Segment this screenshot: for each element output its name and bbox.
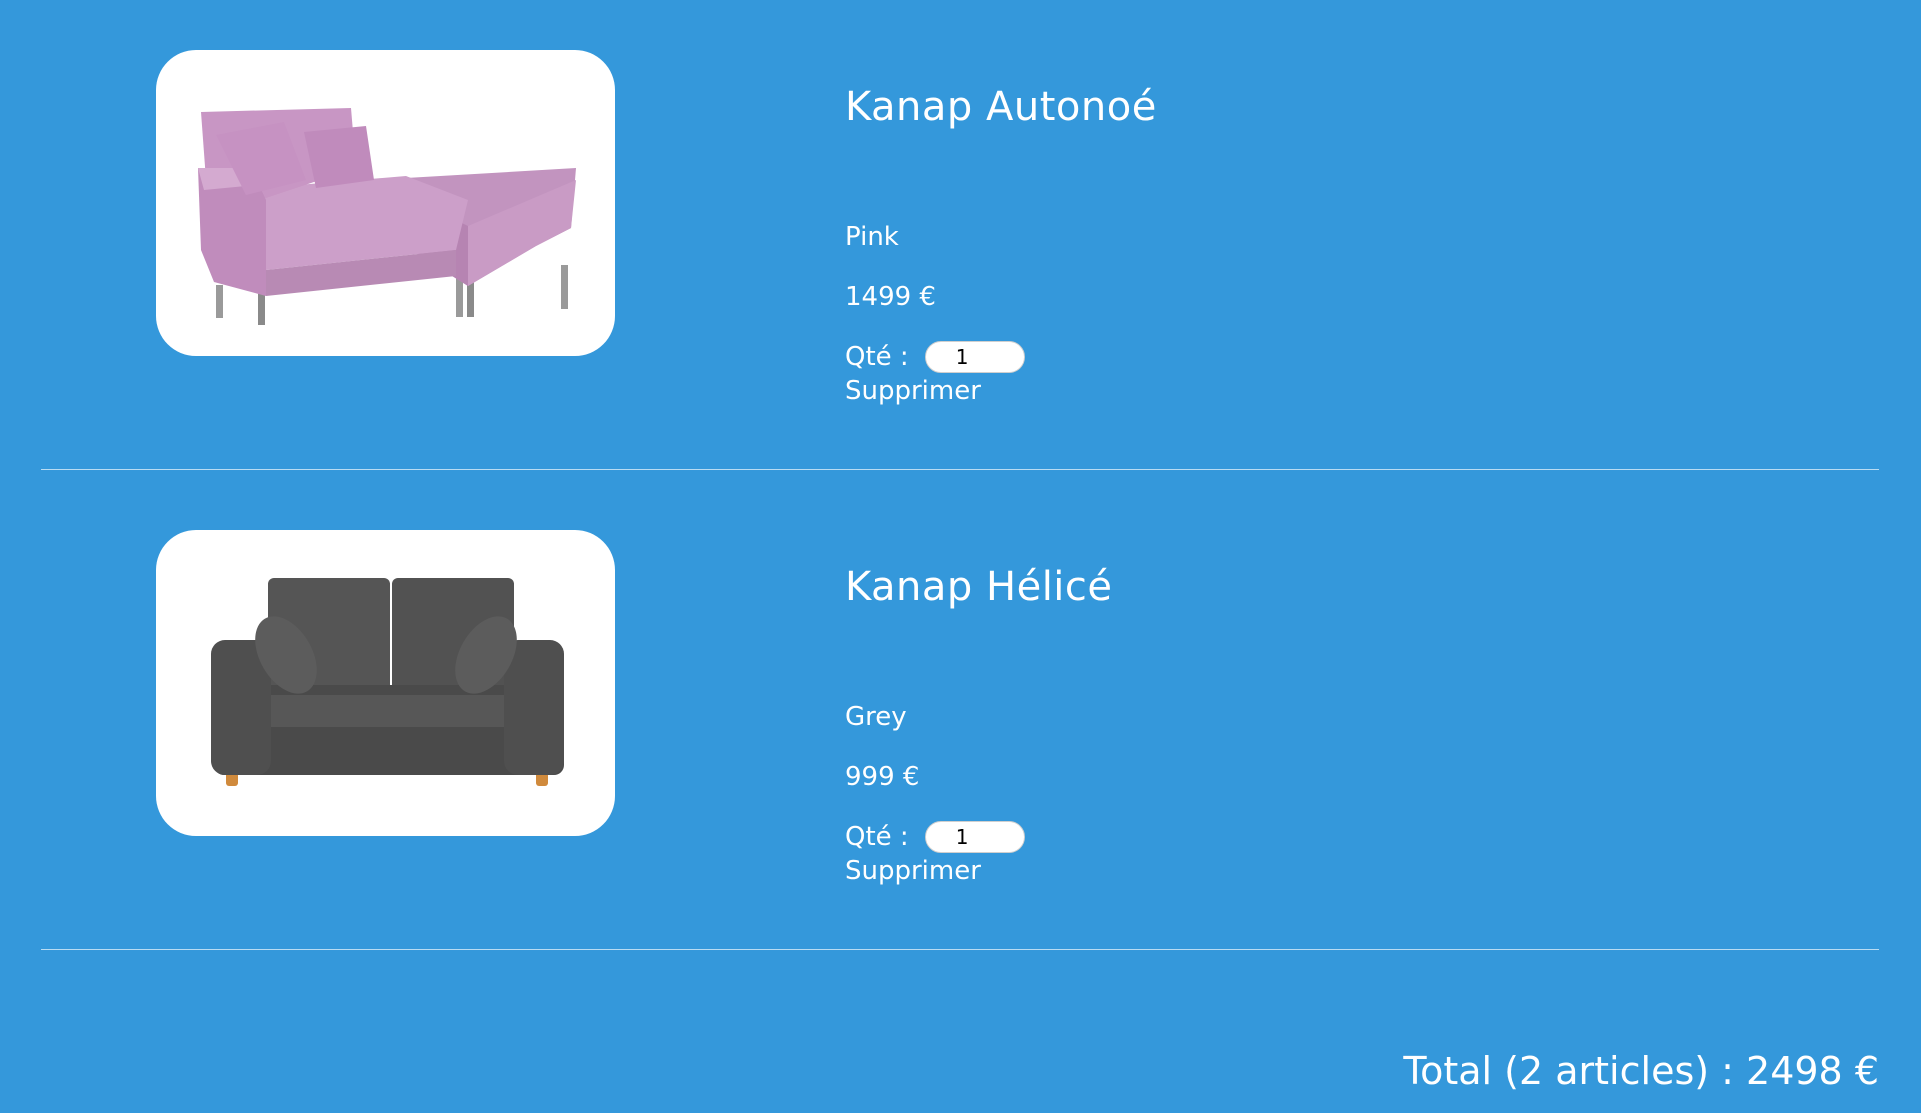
product-price: 1499 € [845, 282, 936, 312]
quantity-input[interactable] [924, 341, 1025, 373]
quantity-row: Qté : [845, 820, 1545, 854]
product-name: Kanap Hélicé [845, 564, 1113, 610]
delete-item-button[interactable]: Supprimer [845, 854, 981, 888]
product-price: 999 € [845, 762, 920, 792]
product-color: Pink [845, 222, 899, 252]
quantity-label: Qté : [845, 822, 909, 852]
cart-item-details: Kanap Autonoé Pink 1499 € Qté : Supprime… [845, 82, 1545, 408]
delete-item-button[interactable]: Supprimer [845, 374, 981, 408]
product-color: Grey [845, 702, 907, 732]
cart-item: Kanap Autonoé Pink 1499 € Qté : Supprime… [41, 0, 1879, 470]
cart-total: Total (2 articles) : 2498 € [1403, 1049, 1879, 1093]
grey-loveseat-sofa-image [211, 578, 564, 786]
product-image-card [156, 530, 615, 836]
cart-item: Kanap Hélicé Grey 999 € Qté : Supprimer [41, 470, 1879, 950]
quantity-input[interactable] [924, 821, 1025, 853]
cart-item-details: Kanap Hélicé Grey 999 € Qté : Supprimer [845, 562, 1545, 888]
pink-chaise-sofa-image [198, 108, 576, 325]
cart-items-list: Kanap Autonoé Pink 1499 € Qté : Supprime… [41, 0, 1879, 950]
product-name: Kanap Autonoé [845, 84, 1157, 130]
product-image-card [156, 50, 615, 356]
quantity-row: Qté : [845, 340, 1545, 374]
quantity-label: Qté : [845, 342, 909, 372]
